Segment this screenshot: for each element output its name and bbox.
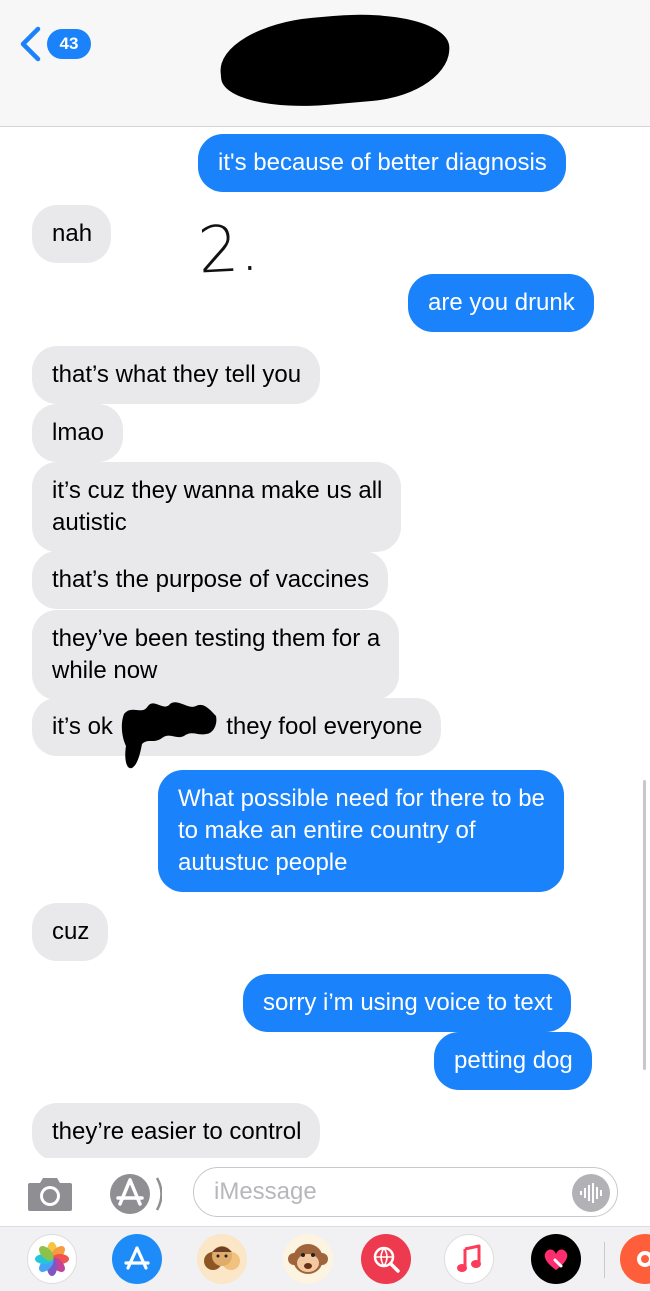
music-icon[interactable] bbox=[444, 1234, 494, 1284]
message-text: are you drunk bbox=[428, 289, 575, 316]
message-text: lmao bbox=[52, 419, 105, 446]
message-text: they fool everyone bbox=[226, 713, 423, 740]
message-text: cuz bbox=[52, 918, 90, 945]
message-bubble-outgoing[interactable]: sorry i’m using voice to text bbox=[243, 974, 572, 1032]
message-list[interactable]: it's because of better diagnosis nah 2. … bbox=[0, 128, 650, 1158]
name-redaction-scribble bbox=[121, 702, 217, 769]
message-bubble-incoming[interactable]: cuz bbox=[15, 903, 109, 961]
message-text-line: autistic bbox=[52, 509, 127, 536]
back-button[interactable]: 43 bbox=[18, 26, 91, 62]
message-input[interactable] bbox=[214, 1176, 554, 1208]
message-text-line: it’s cuz they wanna make us all bbox=[52, 477, 383, 504]
message-text-line: they’ve been testing them for a bbox=[52, 625, 381, 652]
voice-message-button[interactable] bbox=[572, 1174, 610, 1212]
message-text: it's because of better diagnosis bbox=[218, 149, 547, 176]
unread-count-badge: 43 bbox=[47, 29, 91, 59]
message-bubble-incoming[interactable]: it’s ok they fool everyone bbox=[15, 698, 442, 756]
audio-waveform-icon bbox=[580, 1183, 602, 1203]
message-text: that’s the purpose of vaccines bbox=[52, 566, 370, 593]
photos-flower-icon bbox=[35, 1242, 69, 1276]
app-store-button-icon[interactable] bbox=[106, 1170, 162, 1218]
contact-name-redaction bbox=[216, 6, 454, 114]
message-text: they’re easier to control bbox=[52, 1118, 302, 1145]
message-bubble-outgoing[interactable]: are you drunk bbox=[408, 274, 610, 332]
heart-touch-icon bbox=[544, 1249, 568, 1270]
message-bubble-incoming[interactable]: nah bbox=[15, 205, 112, 263]
conversation-header: 43 bbox=[0, 0, 650, 127]
memoji-faces-icon bbox=[204, 1246, 240, 1270]
message-text-line: to make an entire country of bbox=[178, 817, 476, 844]
message-bubble-incoming[interactable]: lmao bbox=[32, 404, 124, 462]
memoji-icon[interactable] bbox=[197, 1234, 247, 1284]
app-store-glyph-icon bbox=[124, 1246, 150, 1270]
app-drawer bbox=[0, 1226, 650, 1291]
web-search-icon[interactable] bbox=[361, 1234, 411, 1284]
message-bubble-outgoing[interactable]: petting dog bbox=[434, 1032, 608, 1090]
message-text-line: What possible need for there to be bbox=[178, 785, 545, 812]
monkey-face-icon bbox=[288, 1244, 328, 1274]
globe-search-icon bbox=[373, 1246, 400, 1273]
app-glyph-icon bbox=[637, 1251, 650, 1267]
message-text: petting dog bbox=[454, 1047, 573, 1074]
chevron-left-icon bbox=[20, 26, 41, 62]
message-text-line: autustuc people bbox=[178, 849, 348, 876]
animoji-monkey-icon[interactable] bbox=[283, 1234, 333, 1284]
scroll-indicator[interactable] bbox=[643, 780, 646, 1070]
message-text-line: while now bbox=[52, 657, 158, 684]
camera-icon[interactable] bbox=[26, 1174, 74, 1214]
more-app-icon[interactable] bbox=[620, 1234, 650, 1284]
message-text: that’s what they tell you bbox=[52, 361, 302, 388]
imessage-field[interactable] bbox=[193, 1167, 618, 1217]
compose-bar bbox=[0, 1158, 650, 1226]
music-note-icon bbox=[457, 1244, 481, 1272]
app-store-icon[interactable] bbox=[112, 1234, 162, 1284]
handwritten-annotation: 2. bbox=[196, 211, 261, 289]
digital-touch-icon[interactable] bbox=[531, 1234, 581, 1284]
message-text: it’s ok bbox=[52, 713, 113, 740]
message-bubble-incoming[interactable]: that’s what they tell you bbox=[32, 346, 321, 404]
message-bubble-incoming[interactable]: they’re easier to control bbox=[32, 1103, 321, 1158]
message-bubble-outgoing[interactable]: What possible need for there to be to ma… bbox=[158, 770, 580, 892]
message-bubble-incoming[interactable]: it’s cuz they wanna make us all autistic bbox=[32, 462, 402, 552]
message-bubble-incoming[interactable]: they’ve been testing them for a while no… bbox=[32, 610, 400, 700]
drawer-divider bbox=[604, 1242, 605, 1278]
message-text: sorry i’m using voice to text bbox=[263, 989, 553, 1016]
message-bubble-outgoing[interactable]: it's because of better diagnosis bbox=[198, 134, 582, 192]
message-text: nah bbox=[52, 220, 93, 247]
photos-icon[interactable] bbox=[27, 1234, 77, 1284]
message-bubble-incoming[interactable]: that’s the purpose of vaccines bbox=[32, 551, 389, 609]
